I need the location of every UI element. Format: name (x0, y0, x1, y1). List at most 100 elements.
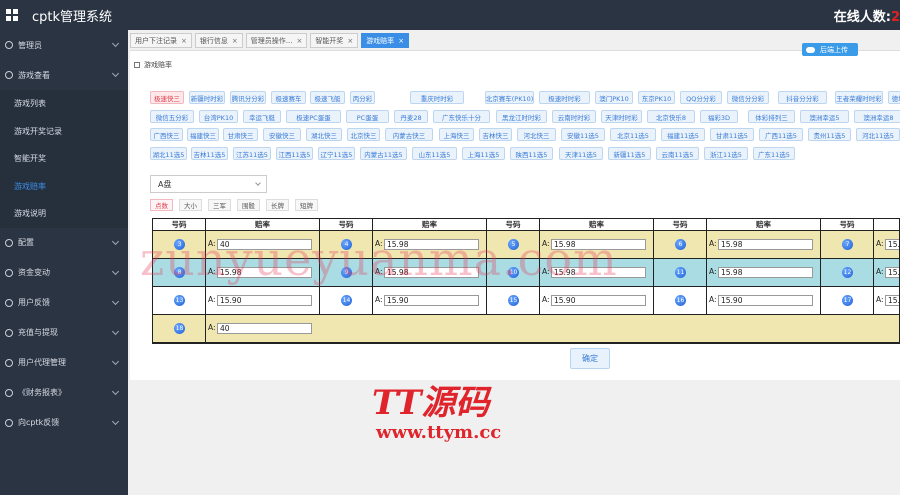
lottery-chip[interactable]: 北京快乐8 (647, 110, 695, 123)
sidebar-item[interactable]: 游戏说明 (0, 200, 128, 228)
platform-upload-button[interactable]: 后端上传 (802, 43, 858, 56)
lottery-chip[interactable]: 上海11选5 (462, 147, 505, 160)
sidebar-item[interactable]: 配置 (0, 228, 128, 258)
odds-input[interactable]: 15.9 (885, 267, 899, 278)
bet-category-tab[interactable]: 点数 (150, 199, 173, 211)
odds-input[interactable]: 15.98 (718, 267, 813, 278)
odds-input[interactable]: 15.90 (384, 295, 479, 306)
lottery-chip[interactable]: 安徽11选5 (561, 128, 605, 141)
lottery-chip[interactable]: 广西快三 (150, 128, 183, 141)
lottery-chip[interactable]: 福建快三 (187, 128, 219, 141)
lottery-chip[interactable]: 幸运飞艇 (243, 110, 281, 123)
sidebar-item[interactable]: 游戏开奖记录 (0, 117, 128, 145)
lottery-chip[interactable]: 吉林11选5 (191, 147, 228, 160)
lottery-chip[interactable]: 江西11选5 (276, 147, 313, 160)
close-icon[interactable]: × (347, 37, 353, 45)
odds-input[interactable]: 40 (217, 239, 312, 250)
sidebar-item[interactable]: 《财务报表》 (0, 378, 128, 408)
odds-input[interactable]: 40 (217, 323, 312, 334)
tab[interactable]: 智能开奖 × (310, 33, 359, 48)
odds-input[interactable]: 15.98 (551, 267, 646, 278)
odds-input[interactable]: 15.90 (718, 295, 813, 306)
lottery-chip[interactable]: 新疆11选5 (608, 147, 651, 160)
lottery-chip[interactable]: 陕西11选5 (510, 147, 553, 160)
odds-input[interactable]: 15.98 (384, 239, 479, 250)
lottery-chip[interactable]: 极速赛车 (271, 91, 306, 104)
lottery-chip[interactable]: 广东快乐十分 (433, 110, 490, 123)
odds-input[interactable]: 15.9 (885, 295, 899, 306)
lottery-chip[interactable]: 贵州11选5 (808, 128, 851, 141)
lottery-chip[interactable]: 湖北快三 (306, 128, 342, 141)
lottery-chip[interactable]: 澳门PK10 (595, 91, 633, 104)
lottery-chip[interactable]: 广东11选5 (753, 147, 795, 160)
sidebar-item[interactable]: 用户反馈 (0, 288, 128, 318)
lottery-chip[interactable]: 体彩排列三 (748, 110, 795, 123)
lottery-chip[interactable]: QQ分分彩 (680, 91, 722, 104)
lottery-chip[interactable]: 抖音分分彩 (778, 91, 827, 104)
lottery-chip[interactable]: 丹麦28 (394, 110, 428, 123)
close-icon[interactable]: × (296, 37, 302, 45)
lottery-chip[interactable]: 山东11选5 (412, 147, 457, 160)
lottery-chip[interactable]: 天津11选5 (559, 147, 603, 160)
tab[interactable]: 游戏赔率 × (361, 33, 410, 48)
odds-input[interactable]: 15.98 (718, 239, 813, 250)
sidebar-item[interactable]: 游戏赔率 (0, 172, 128, 200)
sidebar-item[interactable]: 资金变动 (0, 258, 128, 288)
close-icon[interactable]: × (232, 37, 238, 45)
sidebar-item[interactable]: 充值与提现 (0, 318, 128, 348)
sidebar-item[interactable]: 向cptk反馈 (0, 408, 128, 438)
odds-input[interactable]: 15.98 (217, 267, 312, 278)
lottery-chip[interactable]: 云南11选5 (656, 147, 699, 160)
lottery-chip[interactable]: 上海快三 (439, 128, 474, 141)
odds-input[interactable]: 15.90 (217, 295, 312, 306)
sidebar-item[interactable]: 智能开奖 (0, 145, 128, 173)
lottery-chip[interactable]: 微信分分彩 (727, 91, 769, 104)
odds-input[interactable]: 15.98 (551, 239, 646, 250)
lottery-chip[interactable]: 北京赛车(PK10) (485, 91, 534, 104)
lottery-chip[interactable]: 吉林快三 (479, 128, 512, 141)
lottery-chip[interactable]: 江苏11选5 (233, 147, 271, 160)
lottery-chip[interactable]: 极速快三 (150, 91, 184, 104)
lottery-chip[interactable]: 广西11选5 (759, 128, 803, 141)
lottery-chip[interactable]: 安徽快三 (263, 128, 301, 141)
lottery-chip[interactable]: 台湾PK10 (199, 110, 238, 123)
lottery-chip[interactable]: 极速PC蛋蛋 (286, 110, 341, 123)
lottery-chip[interactable]: 云南时时彩 (552, 110, 596, 123)
tab[interactable]: 银行信息 × (194, 33, 243, 48)
lottery-chip[interactable]: 河北快三 (517, 128, 556, 141)
lottery-chip[interactable]: 甘肃11选5 (710, 128, 754, 141)
sidebar-item[interactable]: 用户代理管理 (0, 348, 128, 378)
menu-grid-icon[interactable] (6, 9, 18, 21)
sidebar-item[interactable]: 游戏查看 (0, 60, 128, 90)
lottery-chip[interactable]: 极速飞艇 (310, 91, 345, 104)
lottery-chip[interactable]: 极速时时彩 (539, 91, 590, 104)
close-icon[interactable]: × (398, 37, 404, 45)
odds-input[interactable]: 15.9 (885, 239, 899, 250)
bet-category-tab[interactable]: 大小 (179, 199, 202, 211)
lottery-chip[interactable]: 湖北11选5 (150, 147, 187, 160)
lottery-chip[interactable]: 德地求生时 (888, 91, 900, 104)
bet-category-tab[interactable]: 三军 (208, 199, 231, 211)
sidebar-item[interactable]: 游戏列表 (0, 90, 128, 118)
bet-category-tab[interactable]: 长牌 (266, 199, 289, 211)
lottery-chip[interactable]: PC蛋蛋 (346, 110, 389, 123)
plate-select[interactable]: A盘 (150, 175, 267, 193)
lottery-chip[interactable]: 内蒙古11选5 (360, 147, 407, 160)
lottery-chip[interactable]: 澳洲幸运8 (854, 110, 900, 123)
lottery-chip[interactable]: 重庆时时彩 (410, 91, 464, 104)
tab[interactable]: 管理员操作... × (245, 33, 308, 48)
lottery-chip[interactable]: 北京11选5 (610, 128, 656, 141)
close-icon[interactable]: × (181, 37, 187, 45)
bet-category-tab[interactable]: 短牌 (295, 199, 318, 211)
bet-category-tab[interactable]: 围骰 (237, 199, 260, 211)
lottery-chip[interactable]: 王者荣耀时时彩 (835, 91, 883, 104)
tab[interactable]: 用户下注记录 × (130, 33, 192, 48)
lottery-chip[interactable]: 微信五分彩 (150, 110, 194, 123)
confirm-button[interactable]: 确定 (570, 348, 610, 369)
lottery-chip[interactable]: 天津时时彩 (601, 110, 642, 123)
lottery-chip[interactable]: 北京快三 (347, 128, 380, 141)
lottery-chip[interactable]: 浙江11选5 (704, 147, 748, 160)
lottery-chip[interactable]: 丙分彩 (350, 91, 375, 104)
lottery-chip[interactable]: 澳洲幸运5 (800, 110, 849, 123)
lottery-chip[interactable]: 河北11选5 (856, 128, 900, 141)
